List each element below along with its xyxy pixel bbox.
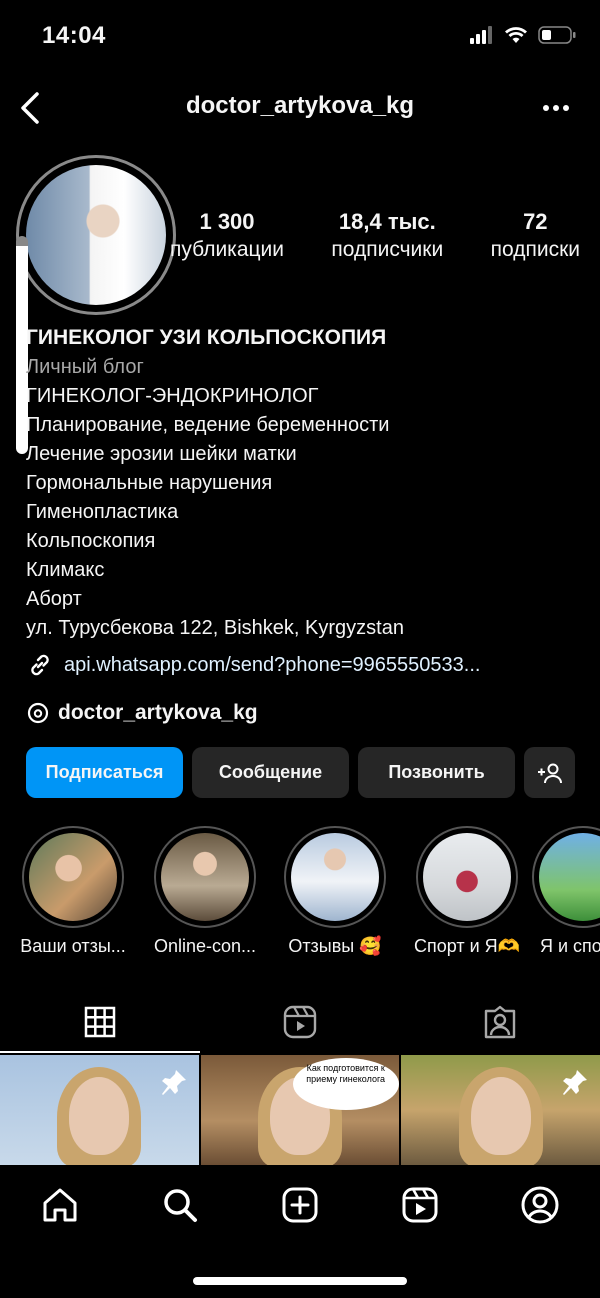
bio-line: Климакс — [26, 559, 105, 581]
bio-address: ул. Турусбекова 122, Bishkek, Kyrgyzstan — [26, 617, 404, 639]
page-title: doctor_artykova_kg — [185, 92, 415, 119]
highlight-item[interactable]: Я и спо — [532, 826, 600, 957]
bio-line: ГИНЕКОЛОГ-ЭНДОКРИНОЛОГ — [26, 385, 319, 407]
highlight-item[interactable]: Спорт и Я🫶 — [402, 826, 532, 957]
highlight-label: Спорт и Я🫶 — [413, 936, 521, 956]
post-thumbnail[interactable]: Как подготовится к приему гинеколога — [200, 1055, 400, 1165]
nav-create[interactable] — [278, 1183, 322, 1227]
reels-icon — [283, 1005, 317, 1039]
stat-following[interactable]: 72 подписки — [491, 208, 580, 264]
profile-actions: Подписаться Сообщение Позвонить — [26, 747, 575, 798]
bio-link[interactable]: api.whatsapp.com/send?phone=9965550533..… — [26, 651, 480, 679]
profile-bio: ГИНЕКОЛОГ УЗИ КОЛЬПОСКОПИЯ Личный блог Г… — [26, 323, 586, 643]
nav-profile[interactable] — [518, 1183, 562, 1227]
highlight-item[interactable]: Отзывы 🥰 — [270, 826, 400, 957]
bio-line: Гименопластика — [26, 501, 179, 523]
bio-line: Кольпоскопия — [26, 530, 156, 552]
threads-badge[interactable]: doctor_artykova_kg — [26, 701, 258, 725]
home-indicator[interactable] — [193, 1277, 407, 1285]
profile-name: ГИНЕКОЛОГ УЗИ КОЛЬПОСКОПИЯ — [26, 326, 387, 349]
stat-value: 1 300 — [199, 209, 255, 234]
battery-icon — [538, 26, 576, 44]
link-icon — [31, 654, 49, 676]
highlight-ring — [284, 826, 386, 928]
message-button[interactable]: Сообщение — [192, 747, 349, 798]
more-options-button[interactable] — [536, 90, 576, 126]
highlight-ring — [532, 826, 600, 928]
tab-tagged[interactable] — [400, 990, 600, 1054]
stat-followers[interactable]: 18,4 тыс. подписчики — [331, 208, 443, 264]
post-face — [470, 1077, 531, 1155]
add-user-icon — [537, 763, 562, 783]
suggested-users-button[interactable] — [524, 747, 575, 798]
threads-icon — [27, 702, 49, 724]
status-bar: 14:04 — [0, 0, 600, 70]
highlight-label: Online-con... — [153, 936, 257, 956]
profile-tabs — [0, 990, 600, 1054]
avatar — [26, 165, 166, 305]
more-horizontal-icon — [543, 105, 569, 111]
plus-square-icon — [282, 1187, 318, 1223]
highlight-cover — [539, 833, 600, 921]
highlight-cover — [161, 833, 249, 921]
threads-username: doctor_artykova_kg — [58, 701, 258, 724]
highlight-item[interactable]: Online-con... — [140, 826, 270, 957]
grid-icon — [84, 1006, 116, 1038]
highlight-item[interactable]: Ваши отзы... — [8, 826, 138, 957]
posts-grid: Как подготовится к приему гинеколога — [0, 1055, 600, 1165]
bio-line: Аборт — [26, 588, 82, 610]
highlight-label: Ваши отзы... — [20, 936, 126, 956]
post-thumbnail[interactable] — [0, 1055, 199, 1165]
signal-icon — [470, 26, 492, 44]
story-highlights: Ваши отзы... Online-con... Отзывы 🥰 Спор… — [0, 826, 600, 966]
nav-home[interactable] — [38, 1183, 82, 1227]
highlight-cover — [291, 833, 379, 921]
bio-line: Планирование, ведение беременности — [26, 414, 390, 436]
stat-label: подписчики — [331, 238, 444, 261]
highlight-cover — [423, 833, 511, 921]
highlight-label: Отзывы 🥰 — [288, 936, 382, 956]
search-icon — [164, 1189, 197, 1222]
bio-line: Гормональные нарушения — [26, 472, 273, 494]
tab-reels[interactable] — [200, 990, 400, 1054]
nav-search[interactable] — [158, 1183, 202, 1227]
highlight-label: Я и спо — [540, 936, 600, 956]
call-button[interactable]: Позвонить — [358, 747, 515, 798]
pin-icon — [161, 1070, 186, 1095]
post-face — [69, 1077, 130, 1155]
stat-value: 18,4 тыс. — [338, 209, 436, 234]
reels-icon — [402, 1187, 438, 1223]
nav-reels[interactable] — [398, 1183, 442, 1227]
profile-category: Личный блог — [26, 356, 144, 378]
stat-label: подписки — [490, 238, 580, 261]
tagged-icon — [484, 1005, 516, 1039]
highlight-ring — [416, 826, 518, 928]
bio-link-text: api.whatsapp.com/send?phone=9965550533..… — [64, 653, 481, 676]
status-time: 14:04 — [42, 22, 106, 49]
tab-posts[interactable] — [0, 990, 200, 1054]
post-caption-bubble: Как подготовится к приему гинеколога — [292, 1058, 399, 1110]
highlight-ring — [154, 826, 256, 928]
highlight-cover — [29, 833, 117, 921]
pin-icon — [563, 1070, 588, 1095]
profile-icon — [521, 1186, 559, 1224]
active-tab-indicator — [0, 1051, 200, 1053]
home-icon — [43, 1188, 77, 1222]
follow-button[interactable]: Подписаться — [26, 747, 183, 798]
profile-header: doctor_artykova_kg — [0, 80, 600, 136]
stat-posts[interactable]: 1 300 публикации — [170, 208, 284, 264]
profile-stats: 1 300 публикации 18,4 тыс. подписчики 72… — [170, 208, 580, 264]
stat-value: 72 — [523, 209, 548, 234]
highlight-ring — [22, 826, 124, 928]
post-thumbnail[interactable] — [401, 1055, 600, 1165]
avatar-story-ring[interactable] — [16, 155, 176, 315]
bio-line: Лечение эрозии шейки матки — [26, 443, 297, 465]
wifi-icon — [505, 27, 527, 43]
stat-label: публикации — [170, 238, 284, 261]
status-icons — [470, 26, 576, 44]
